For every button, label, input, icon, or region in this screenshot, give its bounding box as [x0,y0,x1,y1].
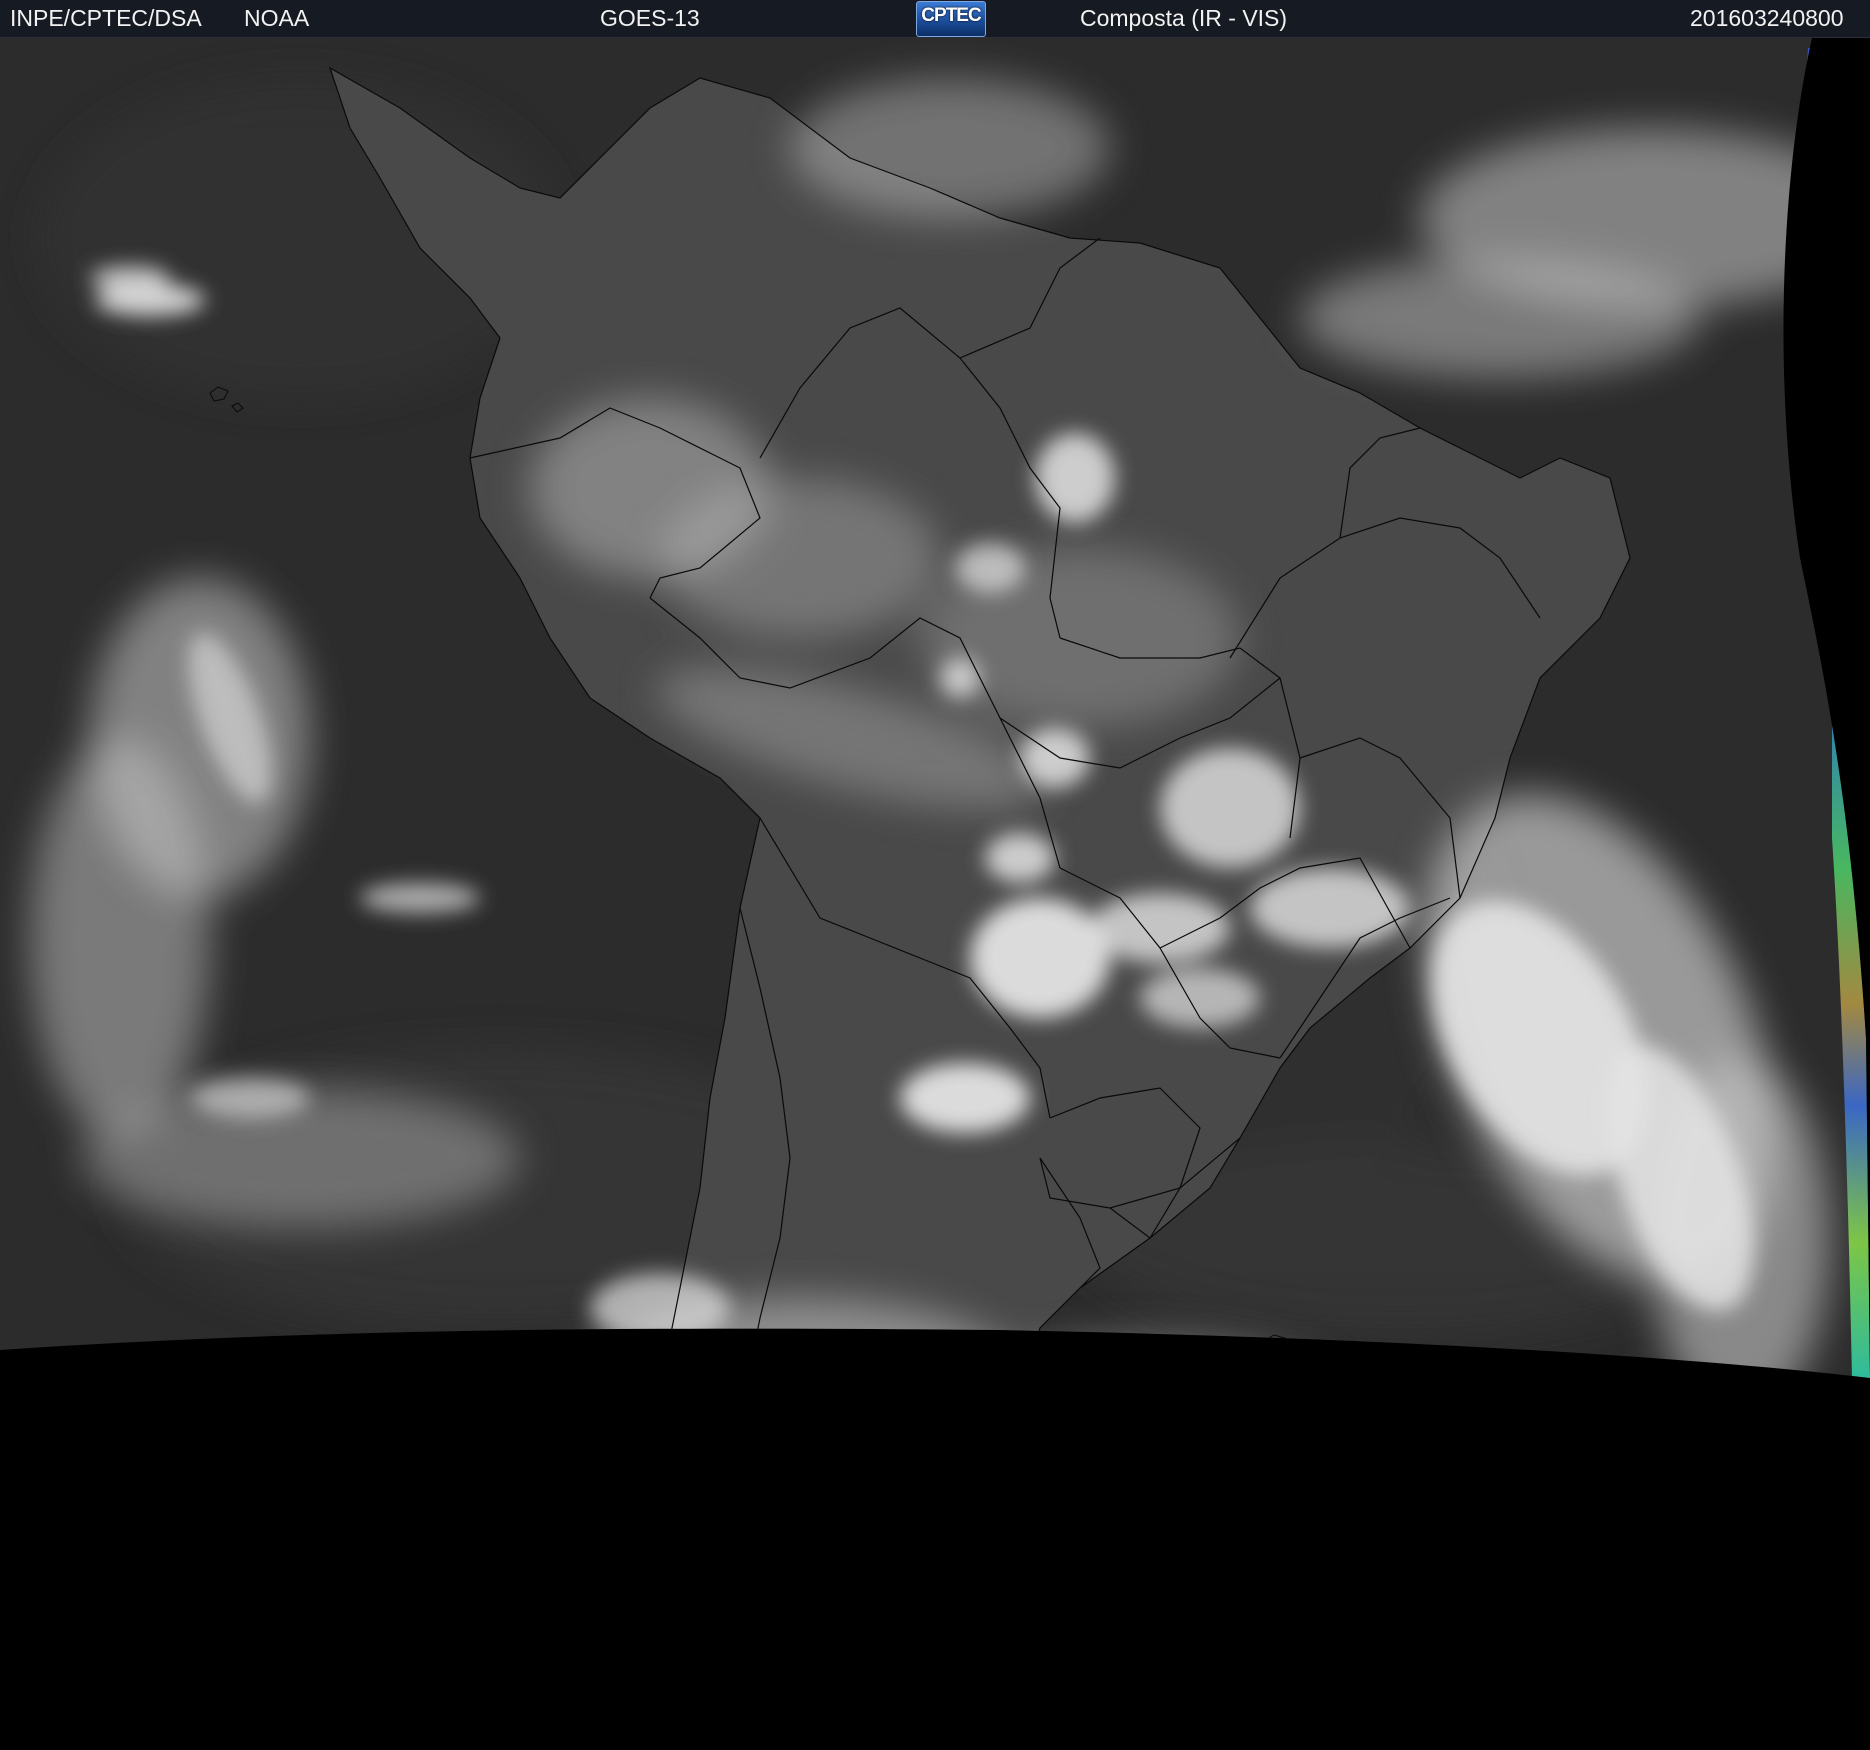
cptec-logo: CPTEC [916,1,986,37]
product-label: Composta (IR - VIS) [1080,5,1288,31]
source-label: INPE/CPTEC/DSA [10,5,202,31]
image-header-bar: INPE/CPTEC/DSA NOAA GOES-13 CPTEC Compos… [0,0,1870,38]
agency-label: NOAA [244,5,310,31]
satellite-image-canvas [0,38,1870,1750]
logo-text: CPTEC [921,5,981,26]
satellite-label: GOES-13 [600,5,700,31]
satellite-image [0,38,1870,1750]
datetime-label: 201603240800 [1690,5,1844,31]
